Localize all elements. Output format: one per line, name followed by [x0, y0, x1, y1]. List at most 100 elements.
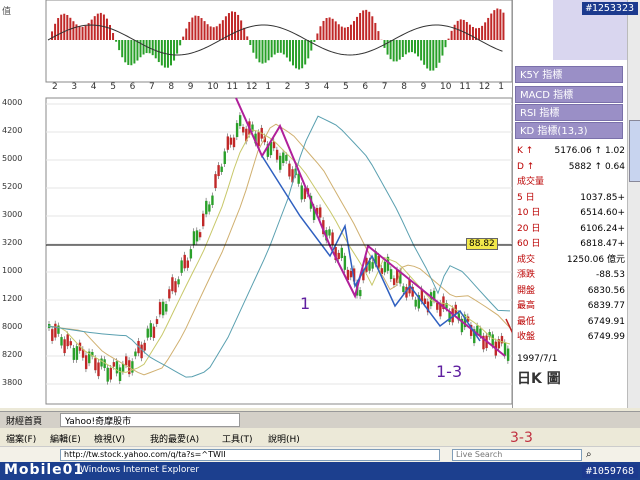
x-month-label: 2	[52, 82, 58, 92]
histogram-bar	[368, 11, 371, 40]
price-tag: 88.82	[466, 238, 498, 250]
histogram-bar	[371, 16, 374, 40]
quote-row: 成交量	[517, 175, 625, 190]
vertical-scrollbar[interactable]	[627, 0, 640, 408]
candle-body	[51, 329, 54, 341]
candle-body	[180, 260, 183, 273]
candle-body	[177, 279, 180, 285]
quote-row: 60 日 6818.47+	[517, 237, 625, 252]
quote-row: 開盤 6830.56	[517, 284, 625, 299]
candle-body	[118, 367, 122, 382]
histogram-bar	[420, 40, 423, 61]
histogram-bar	[258, 40, 261, 63]
histogram-bar	[203, 21, 206, 40]
k5y-indicator-button[interactable]: K5Y 指標	[515, 66, 623, 83]
histogram-bar	[90, 19, 93, 40]
search-icon[interactable]: ⌕	[586, 449, 592, 460]
ticker-label: 值	[2, 7, 12, 17]
candle-body	[282, 152, 285, 164]
quote-row: 10 日 6514.60+	[517, 206, 625, 221]
quote-key: 成交	[517, 254, 536, 265]
quote-value: 6749.91	[587, 316, 625, 327]
histogram-bar	[346, 27, 349, 40]
histogram-bar	[215, 26, 218, 40]
candle-body	[131, 361, 134, 373]
status-text: Windows Internet Explorer	[80, 465, 200, 475]
tab-2[interactable]: Yahoo!奇摩股市	[60, 413, 240, 427]
y-axis-label: 8200	[2, 350, 23, 359]
macd-indicator-button[interactable]: MACD 指標	[515, 86, 623, 103]
quote-row: 20 日 6106.24+	[517, 222, 625, 237]
x-month-label: 6	[362, 82, 369, 92]
search-input[interactable]: Live Search	[452, 449, 582, 461]
candle-body	[69, 341, 72, 346]
histogram-bar	[237, 14, 240, 40]
histogram-bar	[438, 40, 441, 63]
menu-view[interactable]: 檢視(V)	[94, 432, 125, 445]
right-info-panel: K5Y 指標 MACD 指標 RSI 指標 KD 指標(13,3) K ↑ 517…	[512, 0, 629, 408]
x-month-label: 10	[207, 82, 219, 92]
histogram-bar	[496, 8, 499, 41]
x-month-label: 5	[343, 82, 349, 92]
candle-body	[275, 149, 279, 160]
menu-file[interactable]: 檔案(F)	[6, 432, 36, 445]
candle-body	[60, 337, 63, 346]
histogram-bar	[316, 33, 319, 40]
histogram-bar	[359, 13, 362, 40]
candle-body	[109, 368, 112, 380]
candle-body	[383, 261, 387, 273]
x-month-label: 7	[381, 82, 388, 92]
candle-body	[134, 351, 137, 357]
histogram-bar	[121, 40, 124, 58]
candle-body	[168, 289, 171, 299]
quote-row: K ↑ 5176.06 ↑ 1.02	[517, 144, 625, 159]
histogram-bar	[499, 9, 502, 40]
indicator-histogram: 2 3 4 5 6 7 8 9 10 11 12 1 2 3 4 5 6 7 8 9 10 11 12 1 值	[0, 0, 513, 96]
quote-key: 5 日	[517, 192, 535, 203]
annotation-2: 1-3	[436, 362, 463, 381]
candle-body	[189, 249, 193, 259]
menu-tools[interactable]: 工具(T)	[222, 432, 253, 445]
histogram-bar	[398, 40, 401, 60]
x-month-label: 11	[459, 82, 471, 92]
histogram-bar	[109, 24, 111, 40]
candle-body	[300, 185, 303, 200]
histogram-bar	[465, 21, 468, 40]
kd-indicator-button[interactable]: KD 指標(13,3)	[515, 122, 623, 139]
candle-body	[343, 255, 347, 270]
histogram-bar	[456, 20, 459, 40]
histogram-bar	[349, 24, 352, 40]
histogram-bar	[377, 31, 380, 40]
quote-value: 6818.47+	[580, 239, 625, 249]
quote-row: 最高 6839.77	[517, 299, 625, 314]
candle-body	[285, 155, 288, 161]
x-month-label: 9	[420, 82, 427, 92]
quote-row: D ↑ 5882 ↑ 0.64	[517, 160, 625, 175]
histogram-bar	[435, 40, 438, 68]
y-axis-label: 3000	[2, 210, 23, 219]
candle-body	[174, 281, 177, 293]
tab-1[interactable]: 財經首頁	[6, 414, 42, 427]
annotation-3: 3-3	[510, 430, 533, 446]
histogram-bar	[282, 40, 285, 55]
menu-edit[interactable]: 編輯(E)	[50, 432, 81, 445]
candle-body	[217, 165, 220, 177]
candle-body	[414, 299, 417, 307]
menu-favorites[interactable]: 我的最愛(A)	[150, 432, 199, 445]
histogram-bar	[127, 40, 130, 65]
candle-body	[192, 231, 196, 246]
histogram-bar	[450, 30, 453, 40]
histogram-bar	[365, 9, 368, 40]
candle-body	[106, 367, 109, 382]
x-month-label: 3	[304, 82, 310, 92]
menu-help[interactable]: 說明(H)	[268, 432, 300, 445]
url-input[interactable]: http://tw.stock.yahoo.com/q/ta?s=^TWII	[60, 449, 440, 461]
histogram-bar	[276, 40, 279, 53]
histogram-bar	[173, 40, 176, 61]
histogram-bar	[444, 40, 447, 48]
rsi-indicator-button[interactable]: RSI 指標	[515, 104, 623, 121]
candle-body	[506, 348, 510, 361]
scrollbar-thumb[interactable]	[629, 120, 640, 182]
histogram-bar	[459, 19, 462, 40]
histogram-bar	[417, 40, 420, 57]
